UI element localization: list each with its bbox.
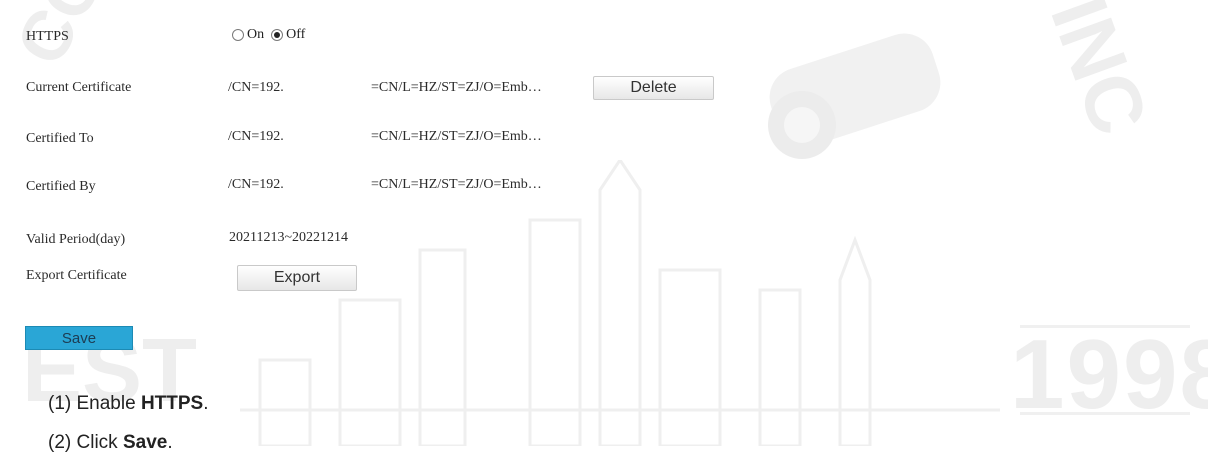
certified-by-label: Certified By xyxy=(26,179,96,194)
valid-period-label: Valid Period(day) xyxy=(26,232,126,247)
certified-to-label: Certified To xyxy=(26,131,94,146)
certified-to-cn: /CN=192. xyxy=(228,129,284,144)
watermark-line xyxy=(1020,412,1190,415)
watermark-line xyxy=(1020,325,1190,328)
instruction-step-2: (2) Click Save. xyxy=(48,432,173,454)
https-on-radio[interactable] xyxy=(232,29,244,41)
step-1-prefix: (1) Enable xyxy=(48,393,141,414)
step-2-prefix: (2) Click xyxy=(48,432,123,453)
step-1-suffix: . xyxy=(203,393,209,414)
certified-by-dn: =CN/L=HZ/ST=ZJ/O=Emb… xyxy=(371,177,542,192)
certified-to-dn: =CN/L=HZ/ST=ZJ/O=Emb… xyxy=(371,129,542,144)
https-label: HTTPS xyxy=(26,29,69,44)
step-1-bold: HTTPS xyxy=(140,393,204,414)
watermark-inc: INC xyxy=(1034,0,1165,146)
certified-by-cn: /CN=192. xyxy=(228,177,284,192)
current-certificate-cn: /CN=192. xyxy=(228,80,284,95)
instruction-step-1: (1) Enable HTTPS. xyxy=(48,393,209,415)
save-button[interactable]: Save xyxy=(25,326,133,350)
https-on-label[interactable]: On xyxy=(247,27,264,43)
camera-watermark-icon xyxy=(768,33,941,159)
step-2-bold: Save xyxy=(122,432,168,453)
current-certificate-dn: =CN/L=HZ/ST=ZJ/O=Emb… xyxy=(371,80,542,95)
radio-selected-dot xyxy=(274,32,281,38)
current-certificate-label: Current Certificate xyxy=(26,80,132,95)
step-2-suffix: . xyxy=(167,432,173,453)
delete-button[interactable]: Delete xyxy=(593,76,714,100)
watermark-year: 1998 xyxy=(1010,319,1208,429)
https-settings-panel: HTTPS On Off Current Certificate /CN=192… xyxy=(0,0,718,395)
https-radio-group: On Off xyxy=(232,27,312,43)
https-off-label[interactable]: Off xyxy=(286,27,305,43)
https-off-radio[interactable] xyxy=(271,29,284,41)
export-button[interactable]: Export xyxy=(237,265,357,291)
export-certificate-label: Export Certificate xyxy=(26,268,127,283)
valid-period-value: 20211213~20221214 xyxy=(229,230,349,245)
